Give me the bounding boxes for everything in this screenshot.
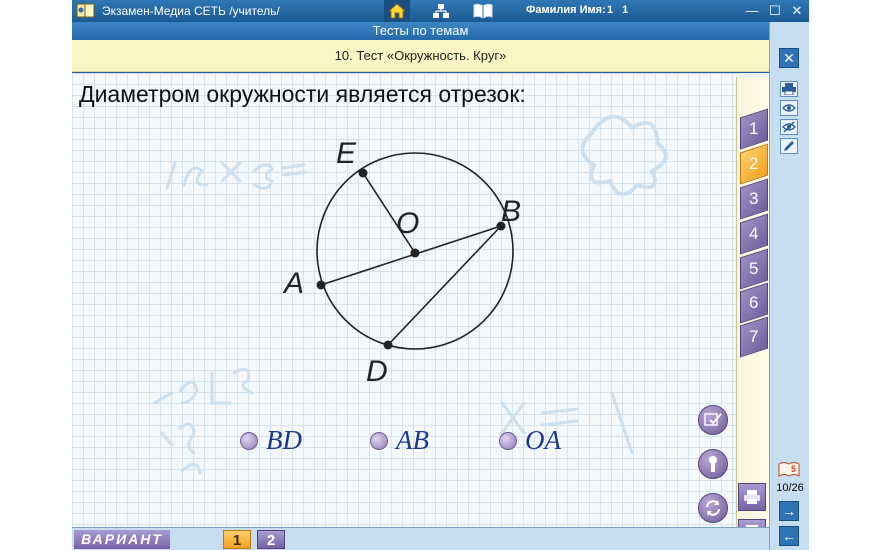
point-A [316, 280, 326, 290]
variant-1-button[interactable]: 1 [223, 530, 251, 549]
app-logo-icon [76, 3, 95, 18]
variant-label: ВАРИАНТ [74, 530, 170, 549]
progress-counter: 10/26 [776, 482, 804, 494]
variant-bar: ВАРИАНТ 1 2 [72, 527, 769, 550]
document-side-button[interactable] [738, 519, 766, 527]
check-answer-button[interactable] [698, 405, 728, 435]
refresh-icon [706, 500, 720, 516]
question-tab[interactable]: 2 [740, 143, 768, 185]
answer-radio[interactable] [499, 431, 517, 450]
structure-icon [433, 4, 449, 18]
printer-icon [744, 490, 760, 504]
close-test-button[interactable]: ✕ [779, 48, 799, 68]
key-icon [709, 456, 717, 472]
question-tab[interactable]: 1 [740, 108, 768, 150]
variant-2-button[interactable]: 2 [257, 530, 285, 549]
user-label: Фамилия Имя: [526, 4, 606, 16]
show-answer-button[interactable] [780, 100, 798, 116]
point-E [358, 168, 368, 178]
right-toolbar: ✕ 5 10/26 → ← [769, 22, 809, 550]
printer-icon [782, 83, 796, 95]
label-D: D [366, 355, 388, 383]
previous-button[interactable]: ← [779, 526, 799, 546]
app-title: Экзамен-Медиа СЕТЬ /учитель/ [102, 4, 280, 18]
label-B: B [501, 195, 521, 228]
question-text: Диаметром окружности является отрезок: [79, 81, 526, 107]
book-counter-icon: 5 [778, 462, 800, 477]
answer-option[interactable]: OA [499, 425, 561, 456]
question-tabs: 1 2 3 4 5 6 7 [736, 77, 769, 527]
book-icon [473, 3, 493, 19]
section-title: Тесты по темам [72, 22, 769, 40]
check-icon [704, 413, 722, 426]
app-window: Экзамен-Медиа СЕТЬ /учитель/ Фамилия Имя… [72, 0, 809, 550]
label-O: O [396, 207, 419, 240]
title-bar: Экзамен-Медиа СЕТЬ /учитель/ Фамилия Имя… [72, 0, 809, 22]
hint-button[interactable] [698, 449, 728, 479]
maximize-button[interactable]: ☐ [766, 2, 784, 20]
refresh-button[interactable] [698, 493, 728, 523]
edit-button[interactable] [780, 138, 798, 154]
print-side-button[interactable] [738, 483, 766, 511]
question-tab[interactable]: 7 [740, 316, 768, 358]
label-A: A [282, 267, 304, 300]
point-O [410, 248, 420, 258]
pencil-icon [784, 141, 794, 151]
close-window-button[interactable]: ✕ [788, 2, 806, 20]
answer-radio[interactable] [240, 431, 258, 450]
answer-label: OA [525, 425, 561, 455]
answer-label: BD [266, 425, 302, 455]
user-name: 1 1 [607, 4, 632, 16]
next-button[interactable]: → [779, 501, 799, 521]
question-tab[interactable]: 4 [740, 213, 768, 255]
point-D [383, 340, 393, 350]
eye-icon [782, 104, 796, 112]
answer-option[interactable]: BD [240, 425, 302, 456]
home-icon [388, 3, 406, 19]
circle-diagram: E O B A D [282, 137, 521, 383]
svg-text:5: 5 [791, 464, 796, 474]
library-button[interactable] [470, 0, 496, 22]
print-button[interactable] [780, 81, 798, 97]
label-E: E [336, 137, 357, 170]
hide-answer-button[interactable] [780, 119, 798, 135]
eye-off-icon [782, 121, 796, 133]
structure-button[interactable] [428, 0, 454, 22]
home-button[interactable] [384, 0, 410, 22]
minimize-button[interactable]: — [743, 2, 761, 20]
answer-radio[interactable] [370, 431, 388, 450]
answer-option[interactable]: AB [370, 425, 429, 456]
answer-label: AB [396, 425, 429, 455]
test-title: 10. Тест «Окружность. Круг» [72, 40, 769, 72]
question-area: Диаметром окружности является отрезок: E… [72, 73, 769, 527]
question-tab[interactable]: 3 [740, 178, 768, 220]
